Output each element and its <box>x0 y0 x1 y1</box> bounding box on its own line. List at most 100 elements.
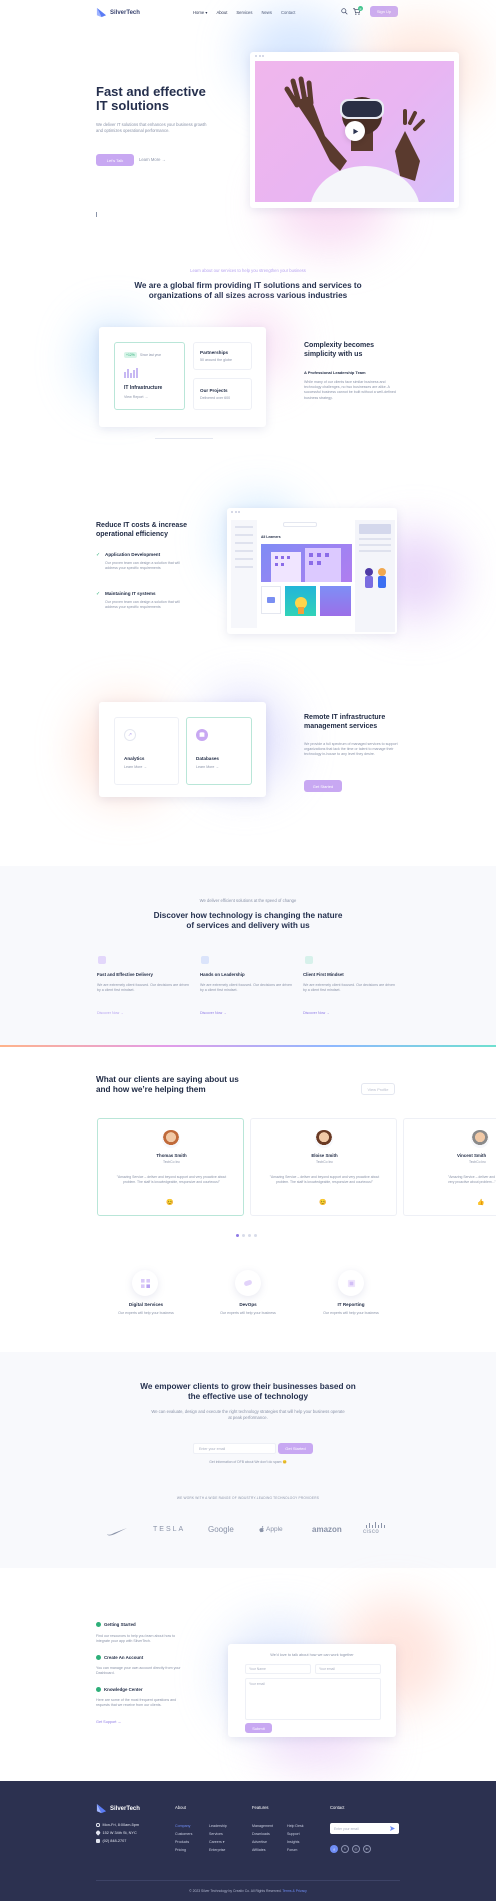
facebook-icon[interactable]: f <box>330 1845 338 1853</box>
footer-link-pricing[interactable]: Pricing <box>175 1846 192 1854</box>
nav-home[interactable]: Home ▾ <box>193 10 207 15</box>
terms-link[interactable]: Terms & Privacy <box>282 1889 307 1893</box>
databases-title: Databases <box>196 756 219 761</box>
footer-link-downloads[interactable]: Downloads <box>252 1830 273 1838</box>
testimonial-quote: "Amazing Service – deliver and beyond su… <box>269 1175 380 1184</box>
footer-link-help-desk[interactable]: Help Desk <box>287 1822 304 1830</box>
brand-logo[interactable]: SilverTech <box>96 7 140 18</box>
feature2-item1-text: Our proven team can design a solution th… <box>105 561 180 570</box>
form-submit-button[interactable]: Submit <box>245 1723 272 1733</box>
footer-col-features-title: Features <box>252 1805 269 1810</box>
delivery-icon <box>98 956 106 964</box>
analytics-card[interactable]: ↗ Analytics Learn More → <box>114 717 179 785</box>
intro-eyebrow: Learn about our services to help you str… <box>190 268 306 273</box>
cta-email-input[interactable]: Enter your email <box>193 1443 276 1454</box>
hero-talk-button[interactable]: Let's Talk <box>96 154 134 166</box>
analytics-link[interactable]: Learn More → <box>124 765 147 769</box>
testimonial-company: TechCo Inc <box>163 1160 180 1164</box>
footer-copyright: © 2023 Silver Technology by Creativ Co. … <box>0 1889 496 1893</box>
testimonial-card[interactable]: Eloise Smith TechCo Inc "Amazing Service… <box>250 1118 397 1216</box>
emoji-icon: 😊 <box>166 1200 174 1206</box>
nav-services[interactable]: Services <box>236 10 252 15</box>
service-digital[interactable]: Digital Services Our experts will help y… <box>96 1270 196 1320</box>
contact-step2-text: You can manage your own account directly… <box>96 1666 181 1675</box>
footer-link-careers[interactable]: Careers ▾ <box>209 1838 227 1846</box>
folder-icon <box>267 597 275 603</box>
grid-icon <box>132 1270 158 1296</box>
mockup-search-bar <box>283 522 317 527</box>
service-title: Digital Services <box>128 1302 164 1307</box>
get-support-link[interactable]: Get Support → <box>96 1720 121 1724</box>
databases-link[interactable]: Learn More → <box>196 765 219 769</box>
footer-link-advertise[interactable]: Advertise <box>252 1838 273 1846</box>
footer-link-insights[interactable]: Insights <box>287 1838 304 1846</box>
footer-phone: (02) 848-2707 <box>96 1839 126 1843</box>
footer-link-products[interactable]: Products <box>175 1838 192 1846</box>
databases-card[interactable]: Databases Learn More → <box>186 717 252 785</box>
nav-about[interactable]: About <box>216 10 227 15</box>
testimonial-company: TechCo Inc <box>469 1160 486 1164</box>
footer-link-management[interactable]: Management <box>252 1822 273 1830</box>
footer-link-affiliates[interactable]: Affiliates <box>252 1846 273 1854</box>
service-text: Our experts will help your business <box>118 1311 174 1315</box>
get-started-button[interactable]: Get Started <box>304 780 342 792</box>
cta-get-started-button[interactable]: Get Started <box>278 1443 313 1454</box>
footer-link-services[interactable]: Services <box>209 1830 227 1838</box>
instagram-icon[interactable]: ◎ <box>352 1845 360 1853</box>
play-button[interactable] <box>345 121 365 141</box>
linkedin-icon[interactable]: in <box>363 1845 371 1853</box>
database-icon <box>196 729 208 741</box>
footer-address-text: 152 W 34th St, NYC <box>102 1831 137 1835</box>
form-email-input[interactable]: Your email <box>315 1664 381 1674</box>
footer-link-company[interactable]: Company <box>175 1822 192 1830</box>
it-infrastructure-card[interactable]: +12% Since last year IT Infrastructure V… <box>114 342 185 410</box>
footer-link-enterprise[interactable]: Enterprise <box>209 1846 227 1854</box>
hero-learn-more-link[interactable]: Learn More → <box>139 157 166 162</box>
footer-link-leadership[interactable]: Leadership <box>209 1822 227 1830</box>
discover-item1-link[interactable]: Discover Now → <box>97 1011 124 1015</box>
view-profile-button[interactable]: View Profile <box>361 1083 395 1095</box>
footer-brand[interactable]: SilverTech <box>96 1803 140 1814</box>
avatar <box>315 1130 333 1148</box>
projects-title: Our Projects <box>200 388 228 393</box>
check-icon: ✓ <box>96 552 101 558</box>
signup-button[interactable]: Sign Up <box>370 6 398 17</box>
carousel-dot[interactable] <box>254 1234 257 1237</box>
send-icon[interactable] <box>390 1826 395 1833</box>
copyright-text: © 2023 Silver Technology by Creativ Co. … <box>189 1889 282 1893</box>
footer-brand-name: SilverTech <box>110 1805 140 1812</box>
discover-title: Discover how technology is changing the … <box>0 911 496 931</box>
hero-title-line2: IT solutions <box>96 98 169 113</box>
scroll-indicator-icon <box>96 212 97 217</box>
footer-link-support[interactable]: Support <box>287 1830 304 1838</box>
hero-media-frame <box>250 52 459 208</box>
footer-link-customers[interactable]: Customers <box>175 1830 192 1838</box>
brand-name: SilverTech <box>110 9 140 16</box>
projects-text: Delivered over 600 <box>200 396 231 400</box>
view-report-link[interactable]: View Report → <box>124 395 148 399</box>
twitter-icon[interactable]: t <box>341 1845 349 1853</box>
service-devops[interactable]: DevOps Our experts will help your busine… <box>198 1270 298 1320</box>
carousel-dot[interactable] <box>248 1234 251 1237</box>
play-icon <box>352 128 358 134</box>
footer-col-about-b: Leadership Services Careers ▾ Enterprise <box>209 1822 227 1854</box>
form-name-input[interactable]: Your Name <box>245 1664 311 1674</box>
search-icon[interactable] <box>341 8 348 17</box>
pill-icon <box>235 1270 261 1296</box>
carousel-dot[interactable] <box>242 1234 245 1237</box>
footer-link-forum[interactable]: Forum <box>287 1846 304 1854</box>
partnerships-card: Partnerships 50 around the globe <box>193 342 252 370</box>
avatar <box>471 1130 489 1148</box>
form-message-input[interactable]: Your email <box>245 1678 381 1720</box>
form-message-placeholder: Your email <box>249 1682 265 1686</box>
discover-item3-link[interactable]: Discover Now → <box>303 1011 330 1015</box>
testimonial-name: Vincent Smith <box>457 1153 487 1158</box>
service-reporting[interactable]: IT Reporting Our experts will help your … <box>301 1270 401 1320</box>
testimonial-card[interactable]: Thomas Smith TechCo Inc "Amazing Service… <box>97 1118 244 1216</box>
carousel-dot-active[interactable] <box>236 1234 239 1237</box>
feature3-heading-line2: management services <box>304 722 378 730</box>
projects-card: Our Projects Delivered over 600 <box>193 378 252 410</box>
testimonial-card[interactable]: Vincent Smith TechCo Inc "Amazing Servic… <box>403 1118 496 1216</box>
discover-item2-link[interactable]: Discover Now → <box>200 1011 227 1015</box>
footer-email-input[interactable]: Enter your email <box>330 1823 399 1834</box>
